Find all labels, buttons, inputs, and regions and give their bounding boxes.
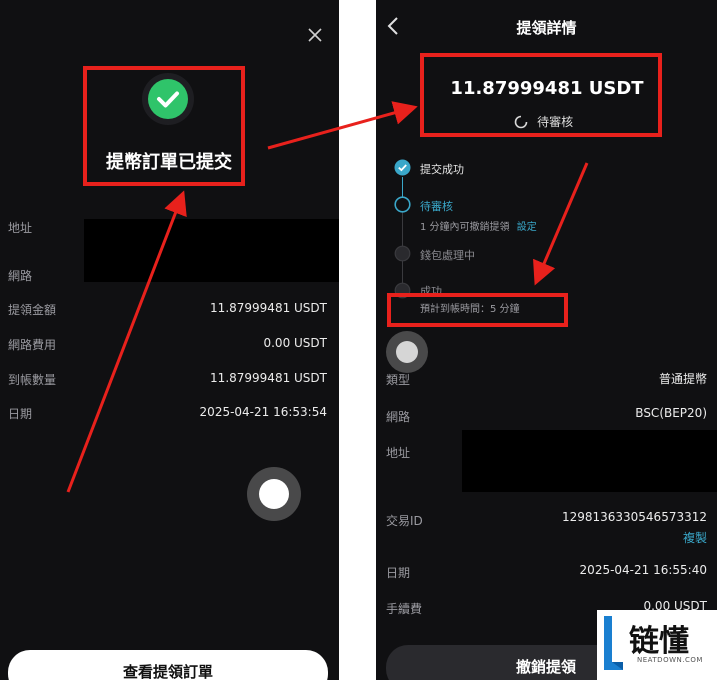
- timeline-line-2: [402, 212, 403, 246]
- address-label: 地址: [386, 446, 411, 460]
- watermark-brand: 链懂: [629, 624, 689, 659]
- left-screen: 提幣訂單已提交 地址 網路 提領金額 11.87999481 USDT 網路費用…: [0, 0, 339, 680]
- withdraw-amount-value: 11.87999481 USDT: [210, 301, 327, 315]
- annotation-box-eta: [387, 293, 568, 327]
- watermark-site: NEATDOWN.COM: [637, 656, 703, 664]
- txid-value: 1298136330546573312: [561, 510, 707, 524]
- network-value: BSC(BEP20): [635, 406, 707, 420]
- date-label: 日期: [8, 407, 33, 421]
- network-label: 網路: [8, 269, 33, 283]
- view-order-button[interactable]: 查看提領訂單: [8, 650, 328, 680]
- type-label: 類型: [386, 373, 411, 387]
- address-redacted: [462, 430, 717, 492]
- date-value: 2025-04-21 16:55:40: [579, 563, 707, 577]
- network-label: 網路: [386, 410, 411, 424]
- withdraw-amount-label: 提領金額: [8, 303, 57, 317]
- type-value: 普通提幣: [658, 372, 707, 386]
- assistive-touch-button[interactable]: [386, 331, 428, 373]
- received-amount-label: 到帳數量: [8, 373, 57, 387]
- watermark-logo: 链懂 NEATDOWN.COM: [597, 610, 717, 680]
- close-icon[interactable]: [304, 24, 326, 46]
- cancel-window-note: 1 分鐘內可撤銷提領: [420, 222, 510, 233]
- right-screen: 提領詳情 11.87999481 USDT 待審核 提交成功 待審核 1 分鐘內…: [376, 0, 717, 680]
- step-review-note: 1 分鐘內可撤銷提領 設定: [420, 218, 537, 233]
- network-fee-label: 網路費用: [8, 338, 57, 352]
- assistive-touch-button[interactable]: [247, 467, 301, 521]
- annotation-box-success: [83, 66, 245, 186]
- page-title: 提領詳情: [516, 19, 577, 37]
- date-value: 2025-04-21 16:53:54: [199, 405, 327, 419]
- settings-link[interactable]: 設定: [517, 222, 537, 233]
- annotation-box-amount: [420, 53, 662, 137]
- step-current-circle-icon: [394, 196, 411, 213]
- timeline-line-1: [402, 177, 403, 197]
- network-fee-value: 0.00 USDT: [263, 336, 327, 350]
- timeline-line-3: [402, 261, 403, 283]
- watermark-l-icon: [604, 616, 623, 670]
- fee-label: 手續費: [386, 602, 423, 616]
- address-label: 地址: [8, 221, 33, 235]
- date-label: 日期: [386, 566, 411, 580]
- step-processing-title: 錢包處理中: [420, 249, 475, 262]
- copy-link[interactable]: 複製: [683, 529, 707, 546]
- step-submitted-title: 提交成功: [420, 163, 464, 176]
- step-pending-circle-icon: [394, 245, 411, 262]
- step-done-check-icon: [394, 159, 411, 176]
- assistive-touch-dot: [259, 479, 289, 509]
- received-amount-value: 11.87999481 USDT: [210, 371, 327, 385]
- step-review-title: 待審核: [420, 200, 453, 213]
- assistive-touch-dot: [396, 341, 418, 363]
- txid-label: 交易ID: [386, 514, 423, 528]
- address-redacted: [84, 219, 339, 282]
